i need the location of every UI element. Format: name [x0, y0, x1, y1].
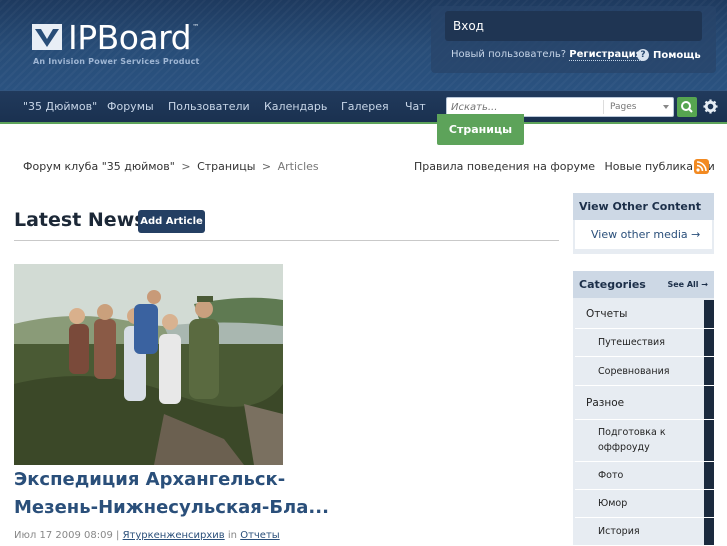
new-user-text: Новый пользователь? [451, 49, 567, 60]
nav-item-35-duymov[interactable]: "35 Дюймов" [23, 91, 97, 122]
title-divider [14, 240, 559, 241]
see-all-link[interactable]: See All → [667, 271, 708, 298]
user-panel: Вход Новый пользователь? Регистрация ? П… [431, 6, 716, 73]
category-bar [704, 462, 714, 489]
category-label: Разное [586, 397, 625, 409]
category-bar [704, 490, 714, 517]
article-category-link[interactable]: Отчеты [240, 530, 279, 541]
category-label: Фото [598, 470, 624, 481]
logo-text: IPBoard [68, 18, 192, 57]
ipboard-logo-icon [32, 22, 62, 52]
site-logo[interactable]: IPBoard ™ [32, 18, 199, 58]
nav-item-forums[interactable]: Форумы [107, 91, 154, 122]
category-label: Отчеты [586, 308, 628, 320]
nav-underline [0, 122, 727, 124]
category-item-misc[interactable]: Разное [575, 386, 714, 420]
meta-separator: | [116, 530, 120, 541]
chevron-down-icon [663, 105, 669, 109]
category-label: Соревнования [598, 366, 670, 377]
category-bar [704, 300, 714, 328]
rss-icon[interactable] [694, 159, 709, 174]
help-icon: ? [637, 49, 649, 61]
breadcrumb-separator: > [181, 160, 191, 173]
site-header: IPBoard ™ An Invision Power Services Pro… [0, 0, 727, 90]
main-navigation: "35 Дюймов" Форумы Пользователи Календар… [0, 90, 727, 122]
breadcrumb-item-forum[interactable]: Форум клуба "35 дюймов" [23, 160, 175, 173]
category-label: Юмор [598, 498, 628, 509]
view-other-content-title: View Other Content [573, 193, 714, 220]
tab-pages-active[interactable]: Страницы [437, 114, 524, 145]
category-list: Отчеты Путешествия Соревнования Разное П… [573, 298, 714, 546]
category-bar [704, 357, 714, 385]
categories-title: Categories [579, 278, 646, 291]
search-button[interactable] [677, 97, 697, 117]
nav-item-gallery[interactable]: Галерея [341, 91, 389, 122]
article-date: Июл 17 2009 08:09 [14, 530, 113, 541]
category-item-photo[interactable]: Фото [575, 462, 714, 490]
top-links: Правила поведения на форуме Новые публик… [414, 160, 715, 173]
breadcrumb: Форум клуба "35 дюймов" > Страницы > Art… [23, 160, 319, 173]
search-scope-label: Pages [610, 102, 637, 112]
article-author-link[interactable]: Ятуркенженсирхив [123, 530, 225, 541]
gear-icon[interactable] [703, 99, 718, 114]
category-label: История [598, 526, 640, 537]
nav-item-calendar[interactable]: Календарь [264, 91, 327, 122]
view-other-content-block: View Other Content View other media → [573, 193, 714, 254]
category-item-offroad-prep[interactable]: Подготовка к оффроуду [575, 420, 714, 462]
forum-rules-link[interactable]: Правила поведения на форуме [414, 160, 595, 173]
help-label: Помощь [653, 49, 701, 61]
register-line: Новый пользователь? Регистрация [451, 49, 643, 61]
categories-block: Categories See All → Отчеты Путешествия … [573, 271, 714, 546]
category-bar [704, 386, 714, 419]
category-item-humor[interactable]: Юмор [575, 490, 714, 518]
category-item-reports[interactable]: Отчеты [575, 300, 714, 329]
view-other-media-link[interactable]: View other media → [575, 220, 712, 249]
search-scope-select[interactable]: Pages [603, 100, 673, 114]
category-bar [704, 329, 714, 356]
category-item-competitions[interactable]: Соревнования [575, 357, 714, 386]
category-item-history[interactable]: История [575, 518, 714, 546]
category-bar [704, 420, 714, 461]
login-button[interactable]: Вход [445, 11, 702, 41]
nav-item-chat[interactable]: Чат [405, 91, 426, 122]
breadcrumb-item-current: Articles [277, 160, 319, 173]
category-label: Путешествия [598, 337, 665, 348]
meta-in-word: in [227, 530, 238, 541]
add-article-button[interactable]: Add Article [138, 210, 205, 233]
category-label: Подготовка к оффроуду [598, 427, 666, 453]
register-link[interactable]: Регистрация [569, 49, 643, 61]
page-title: Latest News [14, 209, 146, 231]
category-bar [704, 518, 714, 545]
search-icon [681, 101, 693, 113]
breadcrumb-separator: > [261, 160, 272, 173]
logo-trademark: ™ [192, 23, 200, 31]
article-meta: Июл 17 2009 08:09 | Ятуркенженсирхив in … [14, 530, 280, 541]
help-link[interactable]: ? Помощь [637, 49, 701, 61]
article-title-link[interactable]: Экспедиция Архангельск-Мезень-Нижнесульс… [14, 466, 344, 522]
categories-header: Categories See All → [573, 271, 714, 298]
logo-subtitle: An Invision Power Services Product [33, 57, 200, 66]
article-photo[interactable] [14, 264, 283, 465]
nav-item-users[interactable]: Пользователи [168, 91, 250, 122]
breadcrumb-item-pages[interactable]: Страницы [197, 160, 255, 173]
category-item-travel[interactable]: Путешествия [575, 329, 714, 357]
